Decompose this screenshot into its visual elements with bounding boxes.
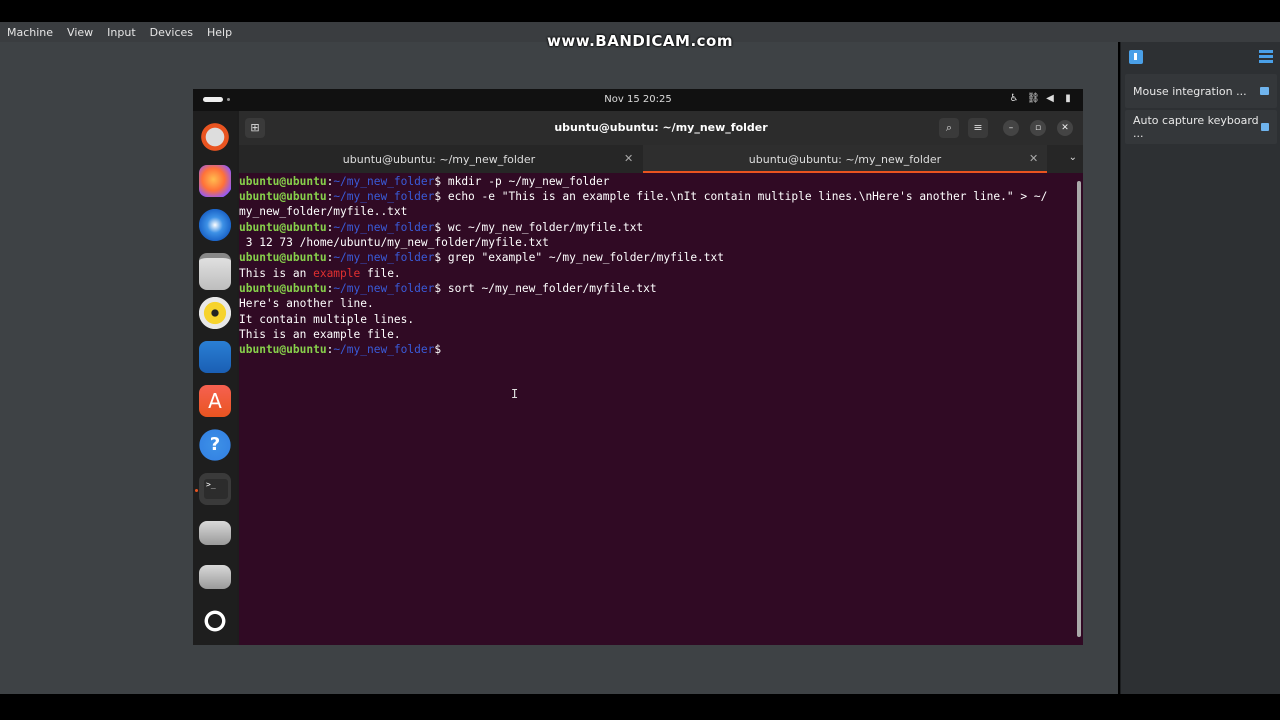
recording-watermark: www.BANDICAM.com (546, 32, 733, 50)
window-bottom-strip (0, 694, 1280, 720)
running-indicator (195, 489, 198, 492)
guest-top-bar: Nov 15 20:25 ♿ ⛓ ◀ ▮ (193, 89, 1083, 111)
search-icon[interactable]: ⌕ (939, 118, 959, 138)
terminal-line: ubuntu@ubuntu:~/my_new_folder$ echo -e "… (239, 190, 1048, 203)
drive-icon[interactable] (199, 521, 231, 545)
app-center-icon[interactable]: A (199, 385, 231, 417)
grep-match: example (313, 267, 361, 280)
notification-mouse-integration[interactable]: Mouse integration ... (1125, 74, 1277, 108)
info-icon[interactable] (1129, 50, 1143, 64)
chevron-down-icon[interactable]: ⌄ (1069, 152, 1077, 163)
terminal-output[interactable]: ubuntu@ubuntu:~/my_new_folder$ mkdir -p … (239, 173, 1075, 645)
terminal-window: ⊞ ubuntu@ubuntu: ~/my_new_folder ⌕ ≡ – ▫… (239, 111, 1083, 645)
mouse-ibeam-cursor-icon: I (511, 387, 519, 401)
terminal-line: ubuntu@ubuntu:~/my_new_folder$ mkdir -p … (239, 175, 610, 188)
terminal-line: This is an example file. (239, 267, 401, 280)
app-ubuntu-icon[interactable] (199, 121, 231, 153)
terminal-prompt: ubuntu@ubuntu:~/my_new_folder$ (239, 343, 442, 356)
tab-1[interactable]: ubuntu@ubuntu: ~/my_new_folder ✕ (239, 145, 639, 173)
firefox-icon[interactable] (199, 165, 231, 197)
tab-close-icon[interactable]: ✕ (1029, 152, 1038, 165)
ubuntu-dock: A ? >_ (193, 111, 237, 645)
host-side-panel: Mouse integration ... Auto capture keybo… (1120, 42, 1280, 694)
network-icon[interactable]: ⛓ (1027, 93, 1040, 105)
drive-icon[interactable] (199, 565, 231, 589)
tab-label: ubuntu@ubuntu: ~/my_new_folder (748, 153, 942, 166)
terminal-scrollbar[interactable] (1077, 181, 1081, 637)
writer-icon[interactable] (199, 341, 231, 373)
terminal-icon[interactable]: >_ (199, 473, 231, 505)
files-icon[interactable] (199, 253, 231, 290)
accessibility-icon[interactable]: ♿ (1009, 93, 1019, 105)
list-icon[interactable] (1259, 50, 1273, 64)
volume-icon[interactable]: ◀ (1045, 93, 1055, 105)
terminal-line: ubuntu@ubuntu:~/my_new_folder$ grep "exa… (239, 251, 724, 264)
notification-auto-capture-keyboard[interactable]: Auto capture keyboard ... (1125, 110, 1277, 144)
tab-label: ubuntu@ubuntu: ~/my_new_folder (342, 153, 536, 166)
tab-close-icon[interactable]: ✕ (624, 152, 633, 165)
terminal-line: This is an example file. (239, 328, 401, 341)
guest-clock[interactable]: Nov 15 20:25 (193, 94, 1083, 105)
guest-screen: Nov 15 20:25 ♿ ⛓ ◀ ▮ A ? >_ ⊞ ubuntu@ubu… (193, 89, 1083, 645)
terminal-tabbar: ubuntu@ubuntu: ~/my_new_folder ✕ ubuntu@… (239, 145, 1083, 173)
terminal-line: Here's another line. (239, 297, 374, 310)
terminal-line: 3 12 73 /home/ubuntu/my_new_folder/myfil… (239, 236, 549, 249)
show-apps-ubuntu-logo-icon[interactable] (199, 605, 231, 637)
system-tray[interactable]: ♿ ⛓ ◀ ▮ (1009, 93, 1073, 105)
close-button[interactable]: ✕ (1057, 120, 1073, 136)
restore-button[interactable]: ▫ (1030, 120, 1046, 136)
message-icon[interactable] (1260, 123, 1269, 131)
terminal-line: It contain multiple lines. (239, 313, 415, 326)
virtualbox-window: Machine View Input Devices Help Mouse in… (0, 0, 1280, 720)
hamburger-menu-icon[interactable]: ≡ (968, 118, 988, 138)
message-icon[interactable] (1260, 87, 1269, 95)
terminal-line: ubuntu@ubuntu:~/my_new_folder$ wc ~/my_n… (239, 221, 644, 234)
terminal-line: ubuntu@ubuntu:~/my_new_folder$ sort ~/my… (239, 282, 657, 295)
minimize-button[interactable]: – (1003, 120, 1019, 136)
tab-2[interactable]: ubuntu@ubuntu: ~/my_new_folder ✕ (643, 145, 1047, 173)
help-icon[interactable]: ? (199, 429, 231, 461)
thunderbird-icon[interactable] (199, 209, 231, 241)
terminal-line: my_new_folder/myfile..txt (239, 205, 408, 218)
terminal-titlebar: ⊞ ubuntu@ubuntu: ~/my_new_folder ⌕ ≡ – ▫… (239, 111, 1083, 145)
notification-label: Mouse integration ... (1133, 84, 1247, 98)
battery-icon[interactable]: ▮ (1063, 93, 1073, 105)
rhythmbox-icon[interactable] (199, 297, 231, 329)
window-top-strip (0, 0, 1280, 22)
notification-label: Auto capture keyboard ... (1133, 114, 1259, 140)
